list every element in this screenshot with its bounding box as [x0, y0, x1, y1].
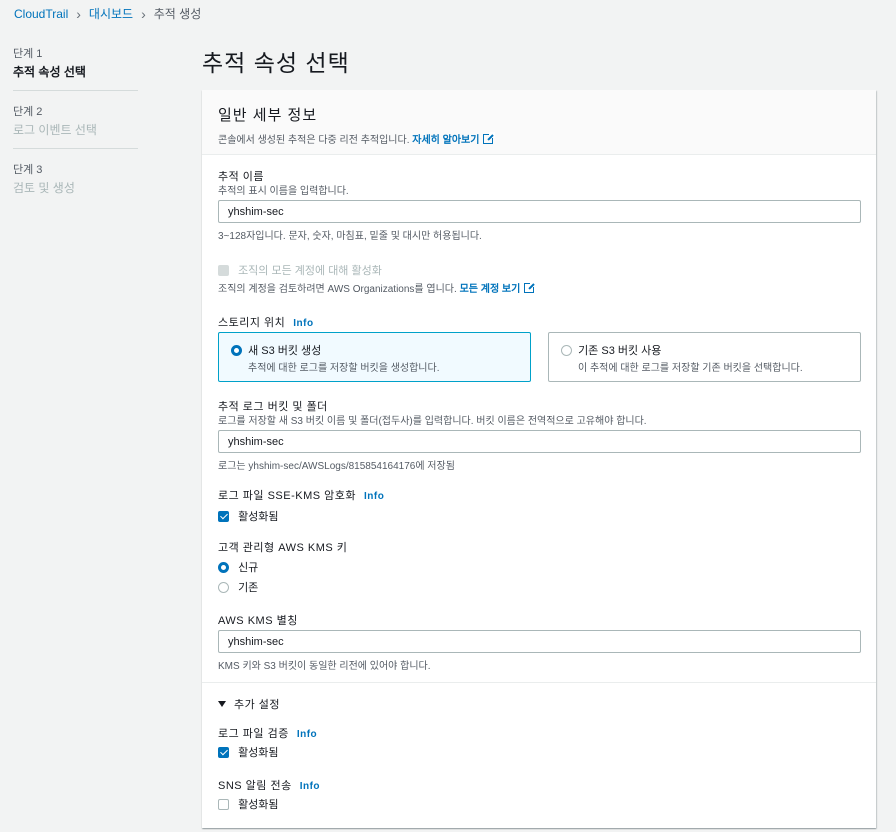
learn-more-link[interactable]: 자세히 알아보기	[412, 135, 479, 146]
org-hint: 조직의 계정을 검토하려면 AWS Organizations를 엽니다. 모든…	[218, 280, 537, 295]
external-link-icon	[524, 281, 537, 293]
sns-info-link[interactable]: Info	[300, 781, 320, 792]
step-1: 단계 1 추적 속성 선택	[13, 45, 138, 91]
sns-enabled-checkbox[interactable]	[218, 799, 229, 810]
step-number: 단계 3	[13, 164, 43, 176]
sse-enabled-label: 활성화됨	[238, 511, 279, 523]
bucket-folder-input[interactable]: yhshim-sec	[218, 430, 861, 453]
step-number: 단계 2	[13, 106, 43, 118]
section-divider	[202, 682, 876, 683]
trail-name-constraint: 3~128자입니다. 문자, 숫자, 마침표, 밑줄 및 대시만 허용됩니다.	[218, 231, 482, 242]
breadcrumb: CloudTrail › 대시보드 › 추적 생성	[14, 5, 201, 22]
storage-info-link[interactable]: Info	[293, 318, 313, 329]
sns-enabled-option[interactable]: 활성화됨	[218, 796, 279, 812]
new-bucket-tile[interactable]: 새 S3 버킷 생성 추적에 대한 로그를 저장할 버킷을 생성합니다.	[218, 332, 531, 382]
validation-enabled-checkbox[interactable]	[218, 747, 229, 758]
external-link-icon	[483, 132, 496, 144]
org-enable-option: 조직의 모든 계정에 대해 활성화	[218, 262, 382, 278]
step-name: 추적 속성 선택	[13, 65, 86, 79]
existing-bucket-tile[interactable]: 기존 S3 버킷 사용 이 추적에 대한 로그를 저장할 기존 버킷을 선택합니…	[548, 332, 861, 382]
kms-existing-option[interactable]: 기존	[218, 579, 258, 595]
kms-alias-label: AWS KMS 별칭	[218, 615, 298, 627]
panel-title: 일반 세부 정보	[218, 107, 318, 124]
validation-info-link[interactable]: Info	[297, 729, 317, 740]
sse-info-link[interactable]: Info	[364, 491, 384, 502]
additional-settings-toggle[interactable]: 추가 설정	[218, 696, 280, 712]
log-validation-label: 로그 파일 검증 Info	[218, 728, 318, 740]
sns-enabled-label: 활성화됨	[238, 799, 279, 811]
trail-name-input[interactable]: yhshim-sec	[218, 200, 861, 223]
chevron-right-icon: ›	[141, 5, 146, 22]
chevron-right-icon: ›	[76, 5, 81, 22]
sse-enabled-option[interactable]: 활성화됨	[218, 508, 279, 524]
kms-alias-input[interactable]: yhshim-sec	[218, 630, 861, 653]
step-2: 단계 2 로그 이벤트 선택	[13, 103, 138, 149]
caret-down-icon	[218, 701, 226, 707]
validation-enabled-label: 활성화됨	[238, 747, 279, 759]
new-bucket-desc: 추적에 대한 로그를 저장할 버킷을 생성합니다.	[248, 363, 440, 374]
sns-notification-label: SNS 알림 전송 Info	[218, 780, 321, 792]
kms-key-label: 고객 관리형 AWS KMS 키	[218, 542, 348, 554]
storage-location-label: 스토리지 위치 Info	[218, 317, 314, 329]
step-name: 검토 및 생성	[13, 181, 75, 195]
panel-header: 일반 세부 정보 콘솔에서 생성된 추적은 다중 리전 추적입니다. 자세히 알…	[202, 90, 876, 155]
kms-existing-radio[interactable]	[218, 582, 229, 593]
org-enable-checkbox	[218, 265, 229, 276]
bucket-path-note: 로그는 yhshim-sec/AWSLogs/815854164176에 저장됨	[218, 461, 455, 472]
sse-enabled-checkbox[interactable]	[218, 511, 229, 522]
kms-existing-label: 기존	[238, 582, 259, 594]
view-all-accounts-link[interactable]: 모든 계정 보기	[460, 284, 521, 295]
bucket-folder-hint: 로그를 저장할 새 S3 버킷 이름 및 폴더(접두사)를 입력합니다. 버킷 …	[218, 416, 647, 427]
new-bucket-radio[interactable]	[231, 345, 242, 356]
step-3: 단계 3 검토 및 생성	[13, 161, 138, 206]
breadcrumb-dashboard[interactable]: 대시보드	[89, 5, 133, 22]
panel-description: 콘솔에서 생성된 추적은 다중 리전 추적입니다. 자세히 알아보기	[218, 131, 860, 146]
kms-new-radio[interactable]	[218, 562, 229, 573]
step-number: 단계 1	[13, 48, 43, 60]
org-enable-label: 조직의 모든 계정에 대해 활성화	[238, 265, 382, 277]
step-name: 로그 이벤트 선택	[13, 123, 97, 137]
breadcrumb-cloudtrail[interactable]: CloudTrail	[14, 7, 68, 21]
general-details-panel: 일반 세부 정보 콘솔에서 생성된 추적은 다중 리전 추적입니다. 자세히 알…	[202, 90, 876, 828]
breadcrumb-current: 추적 생성	[153, 7, 202, 21]
new-bucket-title: 새 S3 버킷 생성	[248, 345, 322, 357]
kms-alias-note: KMS 키와 S3 버킷이 동일한 리전에 있어야 합니다.	[218, 661, 431, 672]
existing-bucket-radio[interactable]	[561, 345, 572, 356]
kms-new-label: 신규	[238, 562, 259, 574]
existing-bucket-title: 기존 S3 버킷 사용	[578, 345, 662, 357]
page-title: 추적 속성 선택	[202, 50, 350, 76]
existing-bucket-desc: 이 추적에 대한 로그를 저장할 기존 버킷을 선택합니다.	[578, 363, 803, 374]
wizard-steps: 단계 1 추적 속성 선택 단계 2 로그 이벤트 선택 단계 3 검토 및 생…	[13, 45, 138, 218]
trail-name-hint: 추적의 표시 이름을 입력합니다.	[218, 186, 349, 197]
validation-enabled-option[interactable]: 활성화됨	[218, 744, 279, 760]
sse-kms-label: 로그 파일 SSE-KMS 암호화 Info	[218, 490, 385, 502]
kms-new-option[interactable]: 신규	[218, 559, 258, 575]
